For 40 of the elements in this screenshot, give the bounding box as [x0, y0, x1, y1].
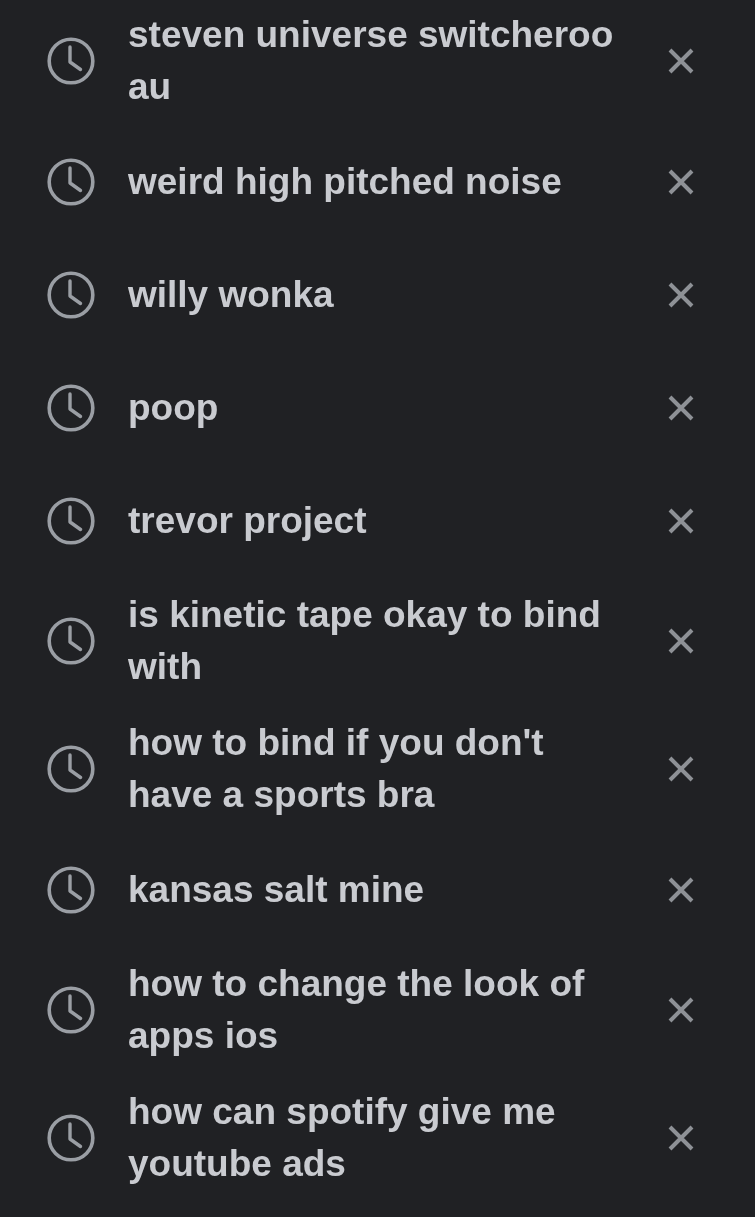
clock-icon — [47, 383, 95, 432]
remove-button[interactable] — [667, 1124, 695, 1152]
history-query[interactable]: how can spotify give me youtube ads — [128, 1086, 626, 1190]
history-query[interactable]: steven universe switcheroo au — [128, 9, 626, 113]
history-query[interactable]: kansas salt mine — [128, 863, 626, 916]
clock-icon — [47, 157, 95, 206]
clock-icon — [47, 865, 95, 914]
close-icon — [667, 875, 695, 904]
clock-icon — [47, 745, 95, 793]
close-icon — [667, 393, 695, 422]
history-query[interactable]: is kinetic tape okay to bind with — [128, 589, 626, 693]
remove-button[interactable] — [667, 996, 695, 1024]
remove-button[interactable] — [667, 506, 695, 535]
history-query[interactable]: how to bind if you don't have a sports bra — [128, 717, 626, 821]
clock-icon — [47, 1114, 95, 1162]
history-query[interactable]: trevor project — [128, 494, 626, 547]
remove-button[interactable] — [667, 875, 695, 904]
remove-button[interactable] — [667, 755, 695, 783]
remove-button[interactable] — [667, 47, 695, 75]
history-query[interactable]: poop — [128, 381, 626, 434]
remove-button[interactable] — [667, 627, 695, 655]
remove-button[interactable] — [667, 393, 695, 422]
close-icon — [667, 280, 695, 309]
history-query[interactable]: how to change the look of apps ios — [128, 958, 626, 1062]
close-icon — [667, 627, 695, 655]
clock-icon — [47, 496, 95, 545]
remove-button[interactable] — [667, 280, 695, 309]
remove-button[interactable] — [667, 167, 695, 196]
close-icon — [667, 755, 695, 783]
clock-icon — [47, 617, 95, 665]
close-icon — [667, 167, 695, 196]
close-icon — [667, 506, 695, 535]
close-icon — [667, 47, 695, 75]
clock-icon — [47, 37, 95, 85]
clock-icon — [47, 986, 95, 1034]
history-query[interactable]: willy wonka — [128, 268, 626, 321]
clock-icon — [47, 270, 95, 319]
history-query[interactable]: weird high pitched noise — [128, 155, 626, 208]
close-icon — [667, 996, 695, 1024]
close-icon — [667, 1124, 695, 1152]
